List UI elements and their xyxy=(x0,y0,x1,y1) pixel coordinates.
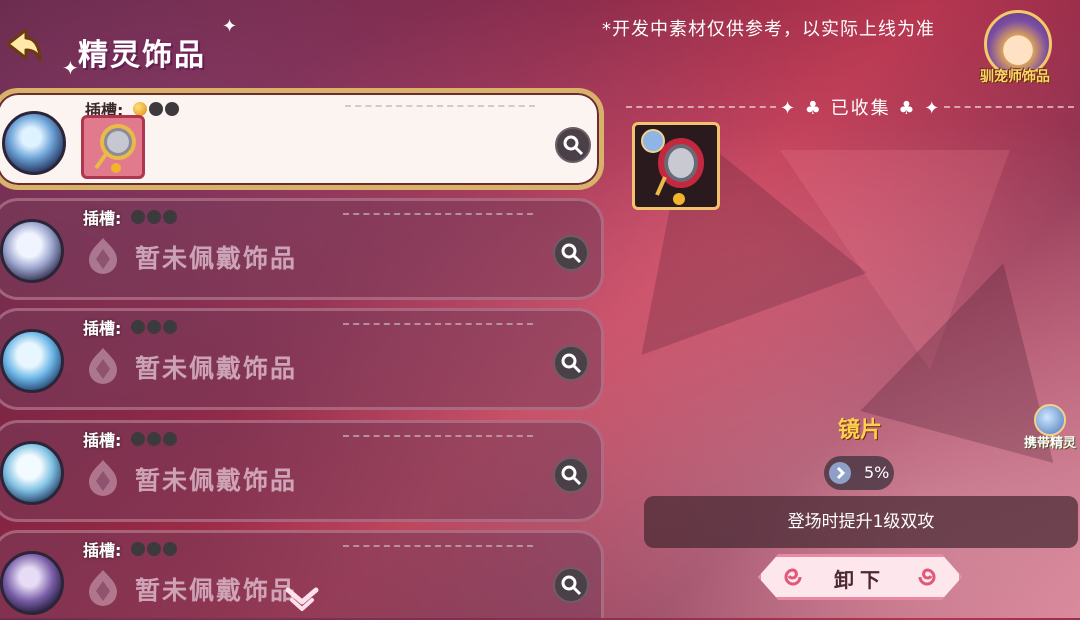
collected-header: ✦ ♣ 已收集 ♣ ✦ xyxy=(780,94,941,120)
equipped-accessory[interactable] xyxy=(81,115,145,179)
sparkle-icon: ✦ xyxy=(62,56,79,80)
empty-accessory-text: 暂未佩戴饰品 xyxy=(135,244,298,273)
collected-accessory[interactable] xyxy=(632,122,720,210)
divider xyxy=(345,105,535,107)
empty-accessory-text: 暂未佩戴饰品 xyxy=(135,354,298,383)
slot-label: 插槽: xyxy=(83,431,122,450)
magnifier-icon xyxy=(561,243,582,264)
empty-accessory-icon xyxy=(89,570,117,606)
chevron-right-icon xyxy=(829,462,851,484)
divider xyxy=(343,323,533,325)
pet-row[interactable]: 插槽: 暂未佩戴饰品 xyxy=(0,308,604,410)
pet-row[interactable]: 插槽: 暂未佩戴饰品 xyxy=(0,198,604,300)
stat-percent: 5% xyxy=(864,463,890,482)
club-icon: ✦ ♣ xyxy=(780,98,831,119)
magnifier-icon xyxy=(561,575,582,596)
divider xyxy=(944,106,1074,108)
magnifier-icon xyxy=(561,353,582,374)
empty-accessory-icon xyxy=(89,460,117,496)
collected-label: 已收集 xyxy=(830,98,891,119)
slot-empty-icon xyxy=(147,432,161,446)
slot-indicators xyxy=(133,102,179,116)
effect-description: 登场时提升1级双攻 xyxy=(644,496,1078,548)
pet-row[interactable]: 插槽: xyxy=(0,88,604,190)
slot-label: 插槽: xyxy=(83,209,122,228)
slot-empty-icon xyxy=(165,102,179,116)
divider xyxy=(343,435,533,437)
pet-avatar[interactable] xyxy=(0,551,64,615)
slot-empty-icon xyxy=(163,320,177,334)
slot-indicators xyxy=(131,320,177,334)
club-icon: ♣ ✦ xyxy=(890,98,942,119)
sparkle-icon: ✦ xyxy=(222,16,238,37)
unequip-label: 卸下 xyxy=(834,568,886,592)
stat-badge: 5% xyxy=(824,456,894,490)
inspect-button[interactable] xyxy=(555,127,591,163)
slot-empty-icon xyxy=(147,210,161,224)
empty-accessory-text: 暂未佩戴饰品 xyxy=(135,576,298,605)
slot-empty-icon xyxy=(131,320,145,334)
pet-avatar[interactable] xyxy=(0,219,64,283)
dev-notice: *开发中素材仅供参考，以实际上线为准 xyxy=(602,19,935,40)
slot-indicators xyxy=(131,542,177,556)
trainer-accessory-label: 驯宠师饰品 xyxy=(980,69,1050,85)
slot-indicators xyxy=(131,210,177,224)
back-button[interactable] xyxy=(0,22,44,66)
empty-accessory-icon xyxy=(89,238,117,274)
inspect-button[interactable] xyxy=(553,345,589,381)
slot-empty-icon xyxy=(149,102,163,116)
inspect-button[interactable] xyxy=(553,457,589,493)
chevron-down-icon xyxy=(285,587,319,611)
slot-empty-icon xyxy=(147,542,161,556)
page-title: 精灵饰品 xyxy=(78,38,206,73)
empty-accessory-icon xyxy=(89,348,117,384)
back-arrow-icon xyxy=(6,28,42,62)
slot-empty-icon xyxy=(131,542,145,556)
accessory-name: 镜片 xyxy=(838,418,883,443)
slot-filled-icon xyxy=(133,102,147,116)
slot-label: 插槽: xyxy=(83,541,122,560)
pet-row[interactable]: 插槽: 暂未佩戴饰品 xyxy=(0,420,604,522)
empty-accessory-text: 暂未佩戴饰品 xyxy=(135,466,298,495)
slot-indicators xyxy=(131,432,177,446)
pet-avatar[interactable] xyxy=(0,441,64,505)
magnifier-icon xyxy=(563,135,584,156)
inspect-button[interactable] xyxy=(553,235,589,271)
unequip-button[interactable]: 卸下 xyxy=(758,554,962,600)
slot-label: 插槽: xyxy=(83,319,122,338)
divider xyxy=(626,106,776,108)
inspect-button[interactable] xyxy=(553,567,589,603)
magnifier-icon xyxy=(561,465,582,486)
pet-avatar[interactable] xyxy=(2,111,66,175)
pet-avatar[interactable] xyxy=(0,329,64,393)
slot-empty-icon xyxy=(163,432,177,446)
slot-empty-icon xyxy=(163,542,177,556)
slot-empty-icon xyxy=(131,210,145,224)
divider xyxy=(343,213,533,215)
mirror-icon xyxy=(94,124,136,173)
divider xyxy=(343,545,533,547)
slot-empty-icon xyxy=(131,432,145,446)
mirror-icon xyxy=(641,129,704,205)
scroll-down-button[interactable] xyxy=(282,584,322,616)
slot-empty-icon xyxy=(147,320,161,334)
slot-empty-icon xyxy=(163,210,177,224)
carry-pet-label: 携带精灵 xyxy=(1024,436,1077,451)
